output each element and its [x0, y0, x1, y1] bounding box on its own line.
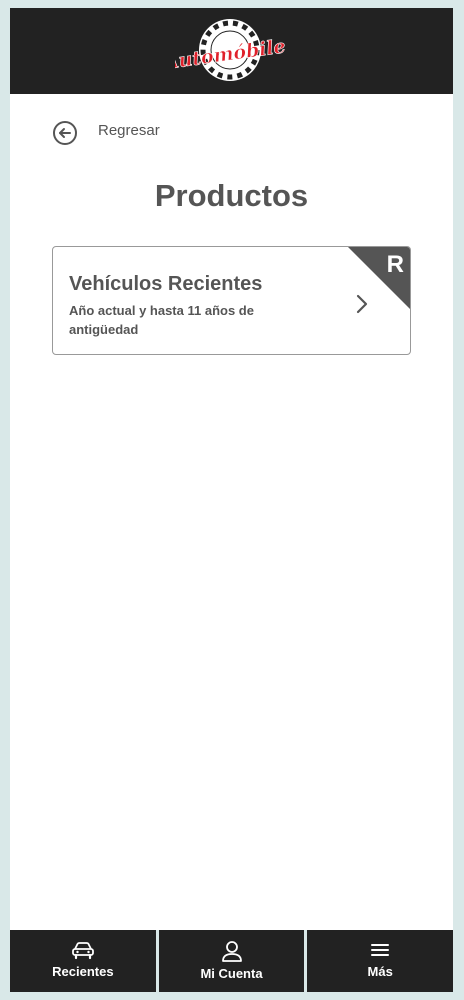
nav-label-recientes: Recientes: [52, 964, 114, 979]
page-title: Productos: [154, 178, 309, 213]
back-button[interactable]: Regresar: [52, 119, 160, 147]
menu-icon: [371, 944, 390, 956]
nav-label-mas: Más: [367, 964, 393, 979]
brand-logo[interactable]: Automóbiles: [175, 14, 285, 86]
product-card-recent-vehicles[interactable]: Vehículos Recientes Año actual y hasta 1…: [52, 246, 411, 355]
bottom-navigation: Recientes Mi Cuenta Más: [10, 930, 453, 992]
product-badge: R: [386, 251, 404, 278]
user-icon: [221, 941, 242, 962]
car-icon: [71, 942, 94, 960]
app-frame: Automóbiles Regresar Productos Vehículos…: [10, 8, 453, 992]
product-card-description: Año actual y hasta 11 años de antigüedad: [69, 303, 254, 337]
back-label: Regresar: [98, 121, 160, 139]
product-card-title: Vehículos Recientes: [69, 273, 263, 295]
nav-item-mi-cuenta[interactable]: Mi Cuenta: [158, 930, 305, 992]
arrow-left-circle-icon: [53, 121, 77, 145]
nav-label-mi-cuenta: Mi Cuenta: [200, 966, 263, 981]
app-header: Automóbiles: [10, 8, 453, 94]
nav-item-recientes[interactable]: Recientes: [10, 930, 156, 992]
nav-item-mas[interactable]: Más: [307, 930, 453, 992]
